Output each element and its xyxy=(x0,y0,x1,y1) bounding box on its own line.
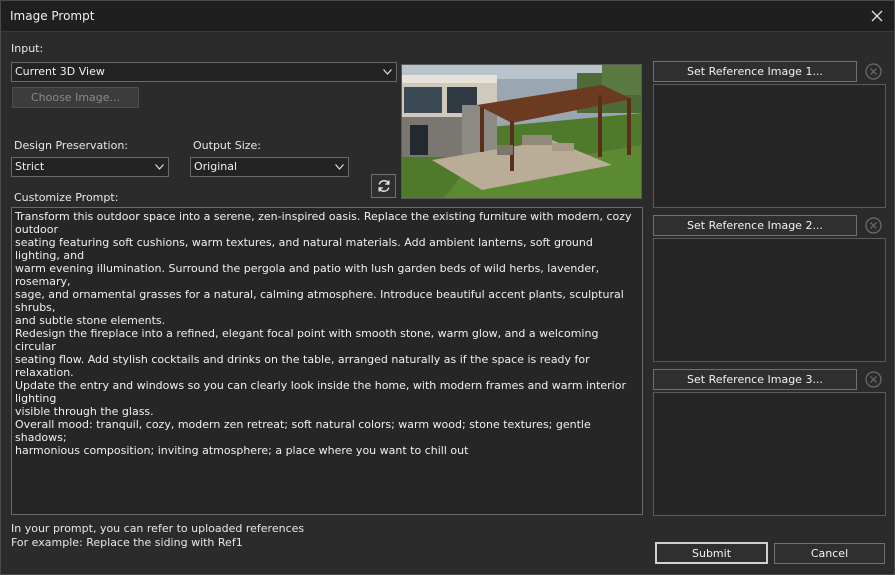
clear-reference-1-button[interactable] xyxy=(862,61,884,82)
submit-button[interactable]: Submit xyxy=(655,542,768,564)
clear-circle-icon xyxy=(864,217,882,234)
chevron-down-icon xyxy=(335,164,344,170)
refresh-preview-button[interactable] xyxy=(371,174,396,198)
refresh-icon xyxy=(378,180,389,192)
output-size-label: Output Size: xyxy=(193,139,261,152)
set-reference-image-3-button[interactable]: Set Reference Image 3... xyxy=(653,369,857,390)
preview-image xyxy=(402,65,641,198)
prompt-textarea[interactable]: Transform this outdoor space into a sere… xyxy=(11,207,643,515)
clear-reference-3-button[interactable] xyxy=(862,369,884,390)
hint-line-1: In your prompt, you can refer to uploade… xyxy=(11,522,305,535)
clear-circle-icon xyxy=(864,63,882,80)
clear-circle-icon xyxy=(864,371,882,388)
input-selected-value: Current 3D View xyxy=(15,65,105,78)
reference-image-2-slot xyxy=(653,238,886,362)
3d-view-preview xyxy=(401,64,642,199)
choose-image-button[interactable]: Choose Image... xyxy=(12,87,139,108)
reference-image-1-slot xyxy=(653,84,886,208)
image-prompt-dialog: Image Prompt Input: Current 3D View Choo… xyxy=(0,0,895,575)
clear-reference-2-button[interactable] xyxy=(862,215,884,236)
close-button[interactable] xyxy=(864,3,890,29)
input-select[interactable]: Current 3D View xyxy=(11,62,397,82)
reference-image-3-slot xyxy=(653,392,886,516)
set-reference-image-1-button[interactable]: Set Reference Image 1... xyxy=(653,61,857,82)
input-label: Input: xyxy=(11,42,44,55)
design-preservation-value: Strict xyxy=(15,160,45,173)
output-size-select[interactable]: Original xyxy=(190,157,349,177)
close-icon xyxy=(871,10,883,22)
cancel-button[interactable]: Cancel xyxy=(774,543,885,564)
chevron-down-icon xyxy=(155,164,164,170)
title-bar: Image Prompt xyxy=(1,1,894,32)
output-size-value: Original xyxy=(194,160,238,173)
dialog-title: Image Prompt xyxy=(10,9,95,23)
chevron-down-icon xyxy=(383,69,392,75)
set-reference-image-2-button[interactable]: Set Reference Image 2... xyxy=(653,215,857,236)
hint-line-2: For example: Replace the siding with Ref… xyxy=(11,536,243,549)
customize-prompt-label: Customize Prompt: xyxy=(14,191,119,204)
design-preservation-select[interactable]: Strict xyxy=(11,157,169,177)
design-preservation-label: Design Preservation: xyxy=(14,139,129,152)
